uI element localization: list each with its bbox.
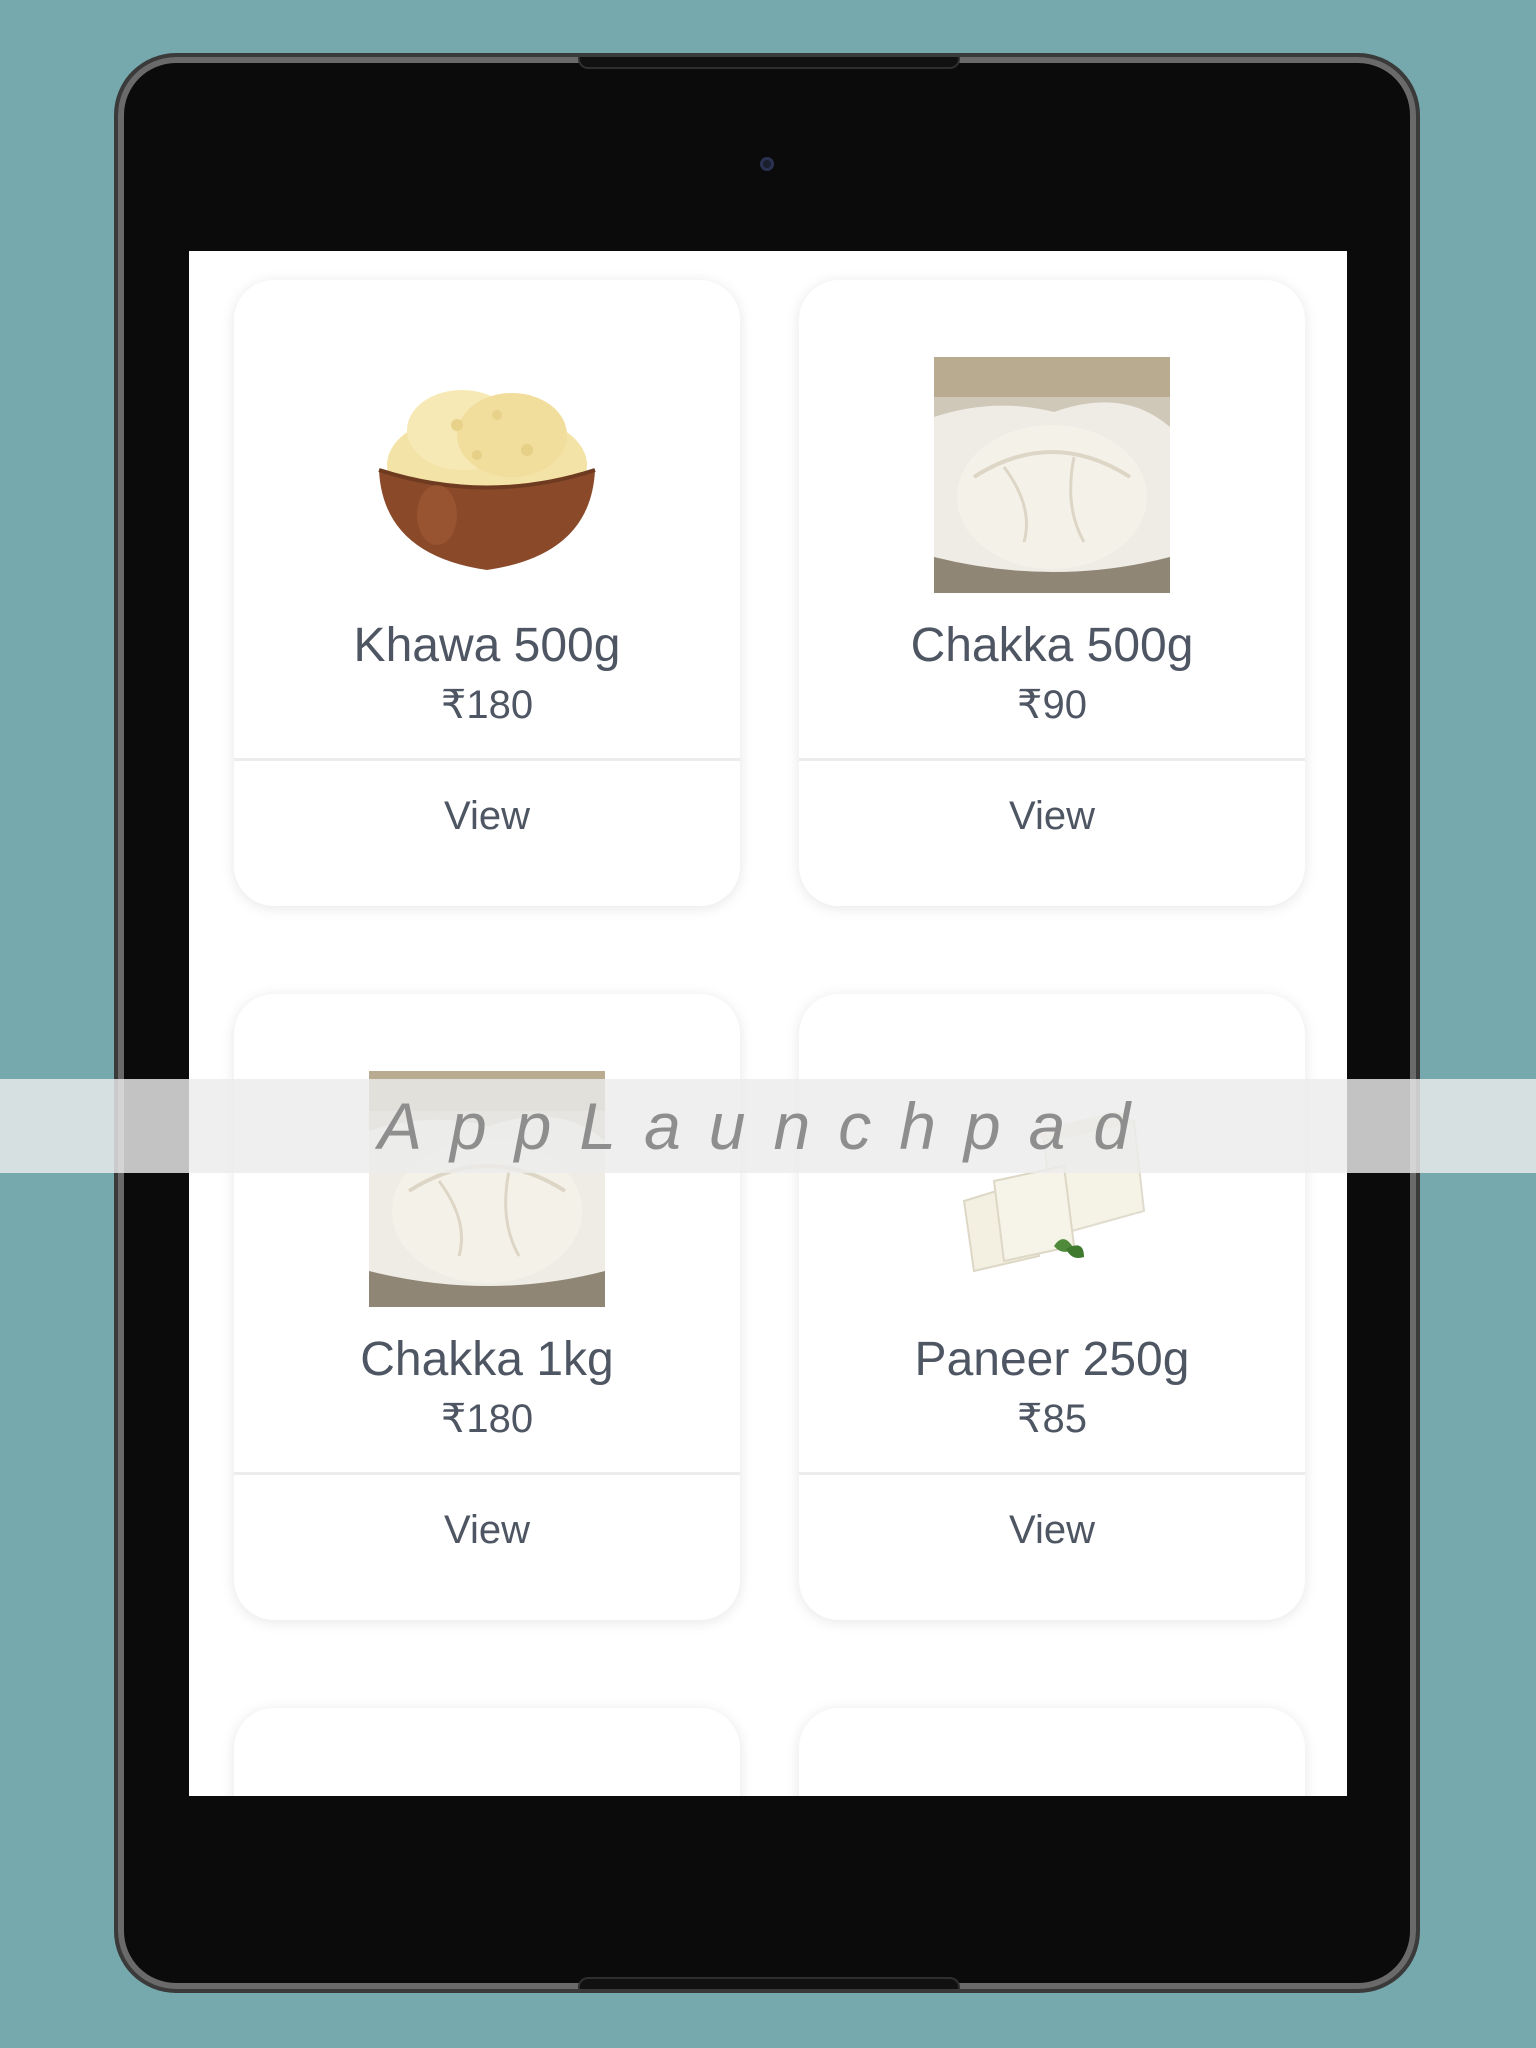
- view-button[interactable]: View: [234, 761, 740, 871]
- device-bottom-notch: [578, 1977, 960, 1989]
- product-price: ₹180: [440, 1397, 534, 1441]
- product-card-partial[interactable]: [234, 1708, 740, 1796]
- view-button[interactable]: View: [234, 1475, 740, 1585]
- watermark-text: AppLaunchpad: [377, 1089, 1159, 1163]
- chakka-image: [934, 357, 1170, 593]
- product-name: Chakka 1kg: [360, 1333, 614, 1386]
- product-name: Paneer 250g: [914, 1333, 1190, 1386]
- product-price: ₹85: [1017, 1397, 1087, 1441]
- device-top-notch: [578, 57, 960, 69]
- product-card-partial[interactable]: [799, 1708, 1305, 1796]
- product-price: ₹180: [440, 683, 534, 727]
- product-image-khawa: [234, 350, 740, 600]
- khawa-bowl-image: [378, 390, 596, 570]
- product-card-khawa[interactable]: Khawa 500g ₹180 View: [234, 280, 740, 906]
- front-camera: [760, 157, 774, 171]
- product-price: ₹90: [1017, 683, 1087, 727]
- product-name: Chakka 500g: [910, 619, 1194, 672]
- view-button[interactable]: View: [799, 1475, 1305, 1585]
- app-screen: Khawa 500g ₹180 View Chakka 500g ₹90 Vie…: [189, 251, 1347, 1796]
- product-name: Khawa 500g: [353, 619, 621, 672]
- product-card-chakka-500g[interactable]: Chakka 500g ₹90 View: [799, 280, 1305, 906]
- product-image-chakka-500g: [799, 350, 1305, 600]
- watermark-banner: AppLaunchpad: [0, 1079, 1536, 1173]
- view-button[interactable]: View: [799, 761, 1305, 871]
